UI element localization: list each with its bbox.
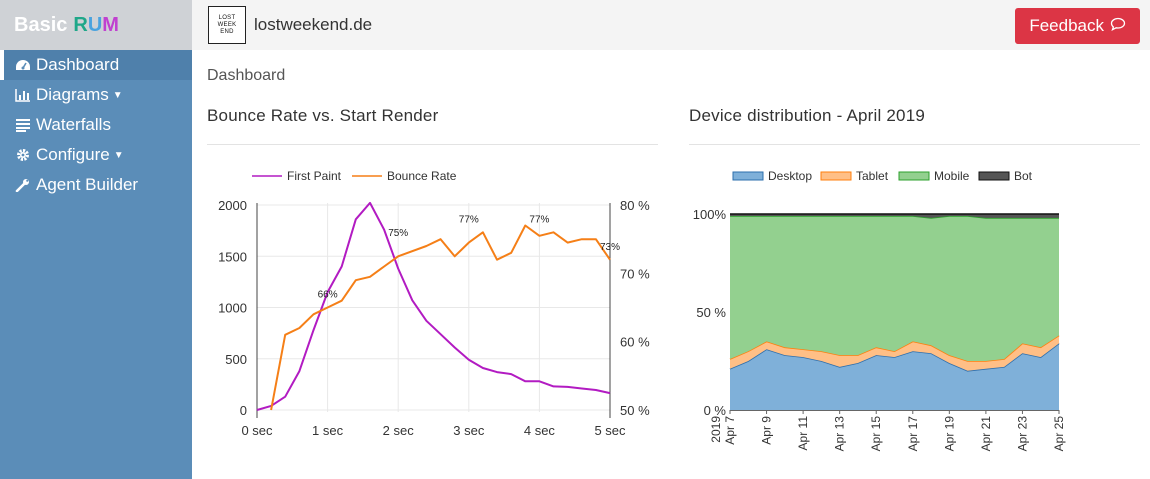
y-right-tick-label: 50 % (620, 403, 650, 418)
sidebar-item-label: Diagrams (36, 85, 109, 104)
x-tick-label: Apr 17 (906, 416, 920, 452)
data-label: 75% (388, 228, 408, 239)
sidebar-item-configure[interactable]: Configure ▼ (0, 140, 192, 170)
feedback-button[interactable]: Feedback (1015, 8, 1140, 44)
sidebar-item-agent-builder[interactable]: Agent Builder (0, 170, 192, 200)
data-label: 66% (318, 290, 338, 301)
legend-label: Desktop (768, 169, 812, 183)
x-tick-label: 5 sec (594, 423, 626, 438)
x-tick-label: Apr 23 (1015, 416, 1029, 452)
tachometer-icon (14, 58, 32, 72)
x-tick-label: Apr 7 (723, 416, 737, 445)
y-left-tick-label: 2000 (218, 198, 247, 213)
data-label: 77% (529, 215, 549, 226)
x-tick-label: 1 sec (312, 423, 344, 438)
y-right-tick-label: 70 % (620, 266, 650, 281)
data-label: 73% (600, 242, 620, 253)
y-left-tick-label: 1500 (218, 249, 247, 264)
series-line (270, 224, 611, 411)
x-tick-label: Apr 21 (979, 416, 993, 452)
breadcrumb: Dashboard (207, 67, 286, 84)
x-tick-label: Apr 13 (833, 416, 847, 452)
legend-label: Tablet (856, 169, 889, 183)
x-tick-label: Apr 9 (760, 416, 774, 445)
y-left-tick-label: 0 (240, 403, 247, 418)
bounce-rate-chart: 0 sec 1 sec 2 sec 3 sec 4 sec 5 sec 0 500 1000 15… (218, 169, 650, 438)
legend-label: Mobile (934, 169, 970, 183)
x-tick-label: Apr 19 (942, 416, 956, 452)
bounce-chart-title: Bounce Rate vs. Start Render (207, 106, 439, 125)
x-tick-label: 4 sec (524, 423, 556, 438)
gear-icon (14, 148, 32, 162)
sidebar-nav: Dashboard Diagrams ▼ Waterfalls Configur… (0, 50, 192, 200)
caret-down-icon: ▼ (113, 149, 124, 161)
legend-label: Bounce Rate (387, 169, 457, 183)
legend-swatch (820, 171, 852, 181)
app-logo[interactable]: Basic RUM (0, 0, 192, 50)
x-tick-label: 2 sec (383, 423, 415, 438)
legend-swatch (732, 171, 764, 181)
site-name: lostweekend.de (254, 15, 373, 34)
legend-label: First Paint (287, 169, 342, 183)
sidebar: Basic RUM Dashboard Diagrams ▼ Waterfall… (0, 0, 192, 479)
x-tick-label: Apr 11 (796, 416, 810, 451)
waterfall-icon (14, 118, 32, 132)
x-tick-label: 2019 (709, 416, 723, 443)
data-label: 77% (459, 215, 479, 226)
divider (207, 144, 658, 145)
y-tick-label: 100% (693, 207, 727, 222)
y-left-tick-label: 500 (225, 352, 247, 367)
sidebar-item-label: Configure (36, 145, 110, 164)
device-distribution-chart: Desktop Tablet Mobile Bot 0 % 50 % 100% Apr 720… (693, 169, 1066, 452)
legend-label: Bot (1014, 169, 1033, 183)
y-right-tick-label: 60 % (620, 335, 650, 350)
divider (689, 144, 1140, 145)
y-tick-label: 50 % (696, 305, 726, 320)
legend-swatch (898, 171, 930, 181)
legend-swatch (978, 171, 1010, 181)
comment-icon (1110, 17, 1126, 35)
sidebar-item-label: Agent Builder (36, 175, 139, 194)
site-logo[interactable]: LOST WEEK END (208, 6, 246, 44)
device-chart-title: Device distribution - April 2019 (689, 106, 926, 125)
x-tick-label: Apr 25 (1052, 416, 1066, 452)
sidebar-item-label: Waterfalls (36, 115, 111, 134)
top-header: LOST WEEK END lostweekend.de Feedback (192, 0, 1150, 50)
caret-down-icon: ▼ (112, 89, 123, 101)
bar-chart-icon (14, 88, 32, 102)
sidebar-item-diagrams[interactable]: Diagrams ▼ (0, 80, 192, 110)
y-right-tick-label: 80 % (620, 198, 650, 213)
x-tick-label: 3 sec (453, 423, 485, 438)
sidebar-item-waterfalls[interactable]: Waterfalls (0, 110, 192, 140)
x-tick-label: Apr 15 (869, 416, 883, 452)
y-left-tick-label: 1000 (218, 301, 247, 316)
x-tick-label: 0 sec (241, 423, 273, 438)
sidebar-item-dashboard[interactable]: Dashboard (0, 50, 192, 80)
y-tick-label: 0 % (704, 403, 727, 418)
wrench-icon (14, 178, 32, 192)
sidebar-item-label: Dashboard (36, 55, 120, 74)
area-mobile (730, 216, 1059, 361)
